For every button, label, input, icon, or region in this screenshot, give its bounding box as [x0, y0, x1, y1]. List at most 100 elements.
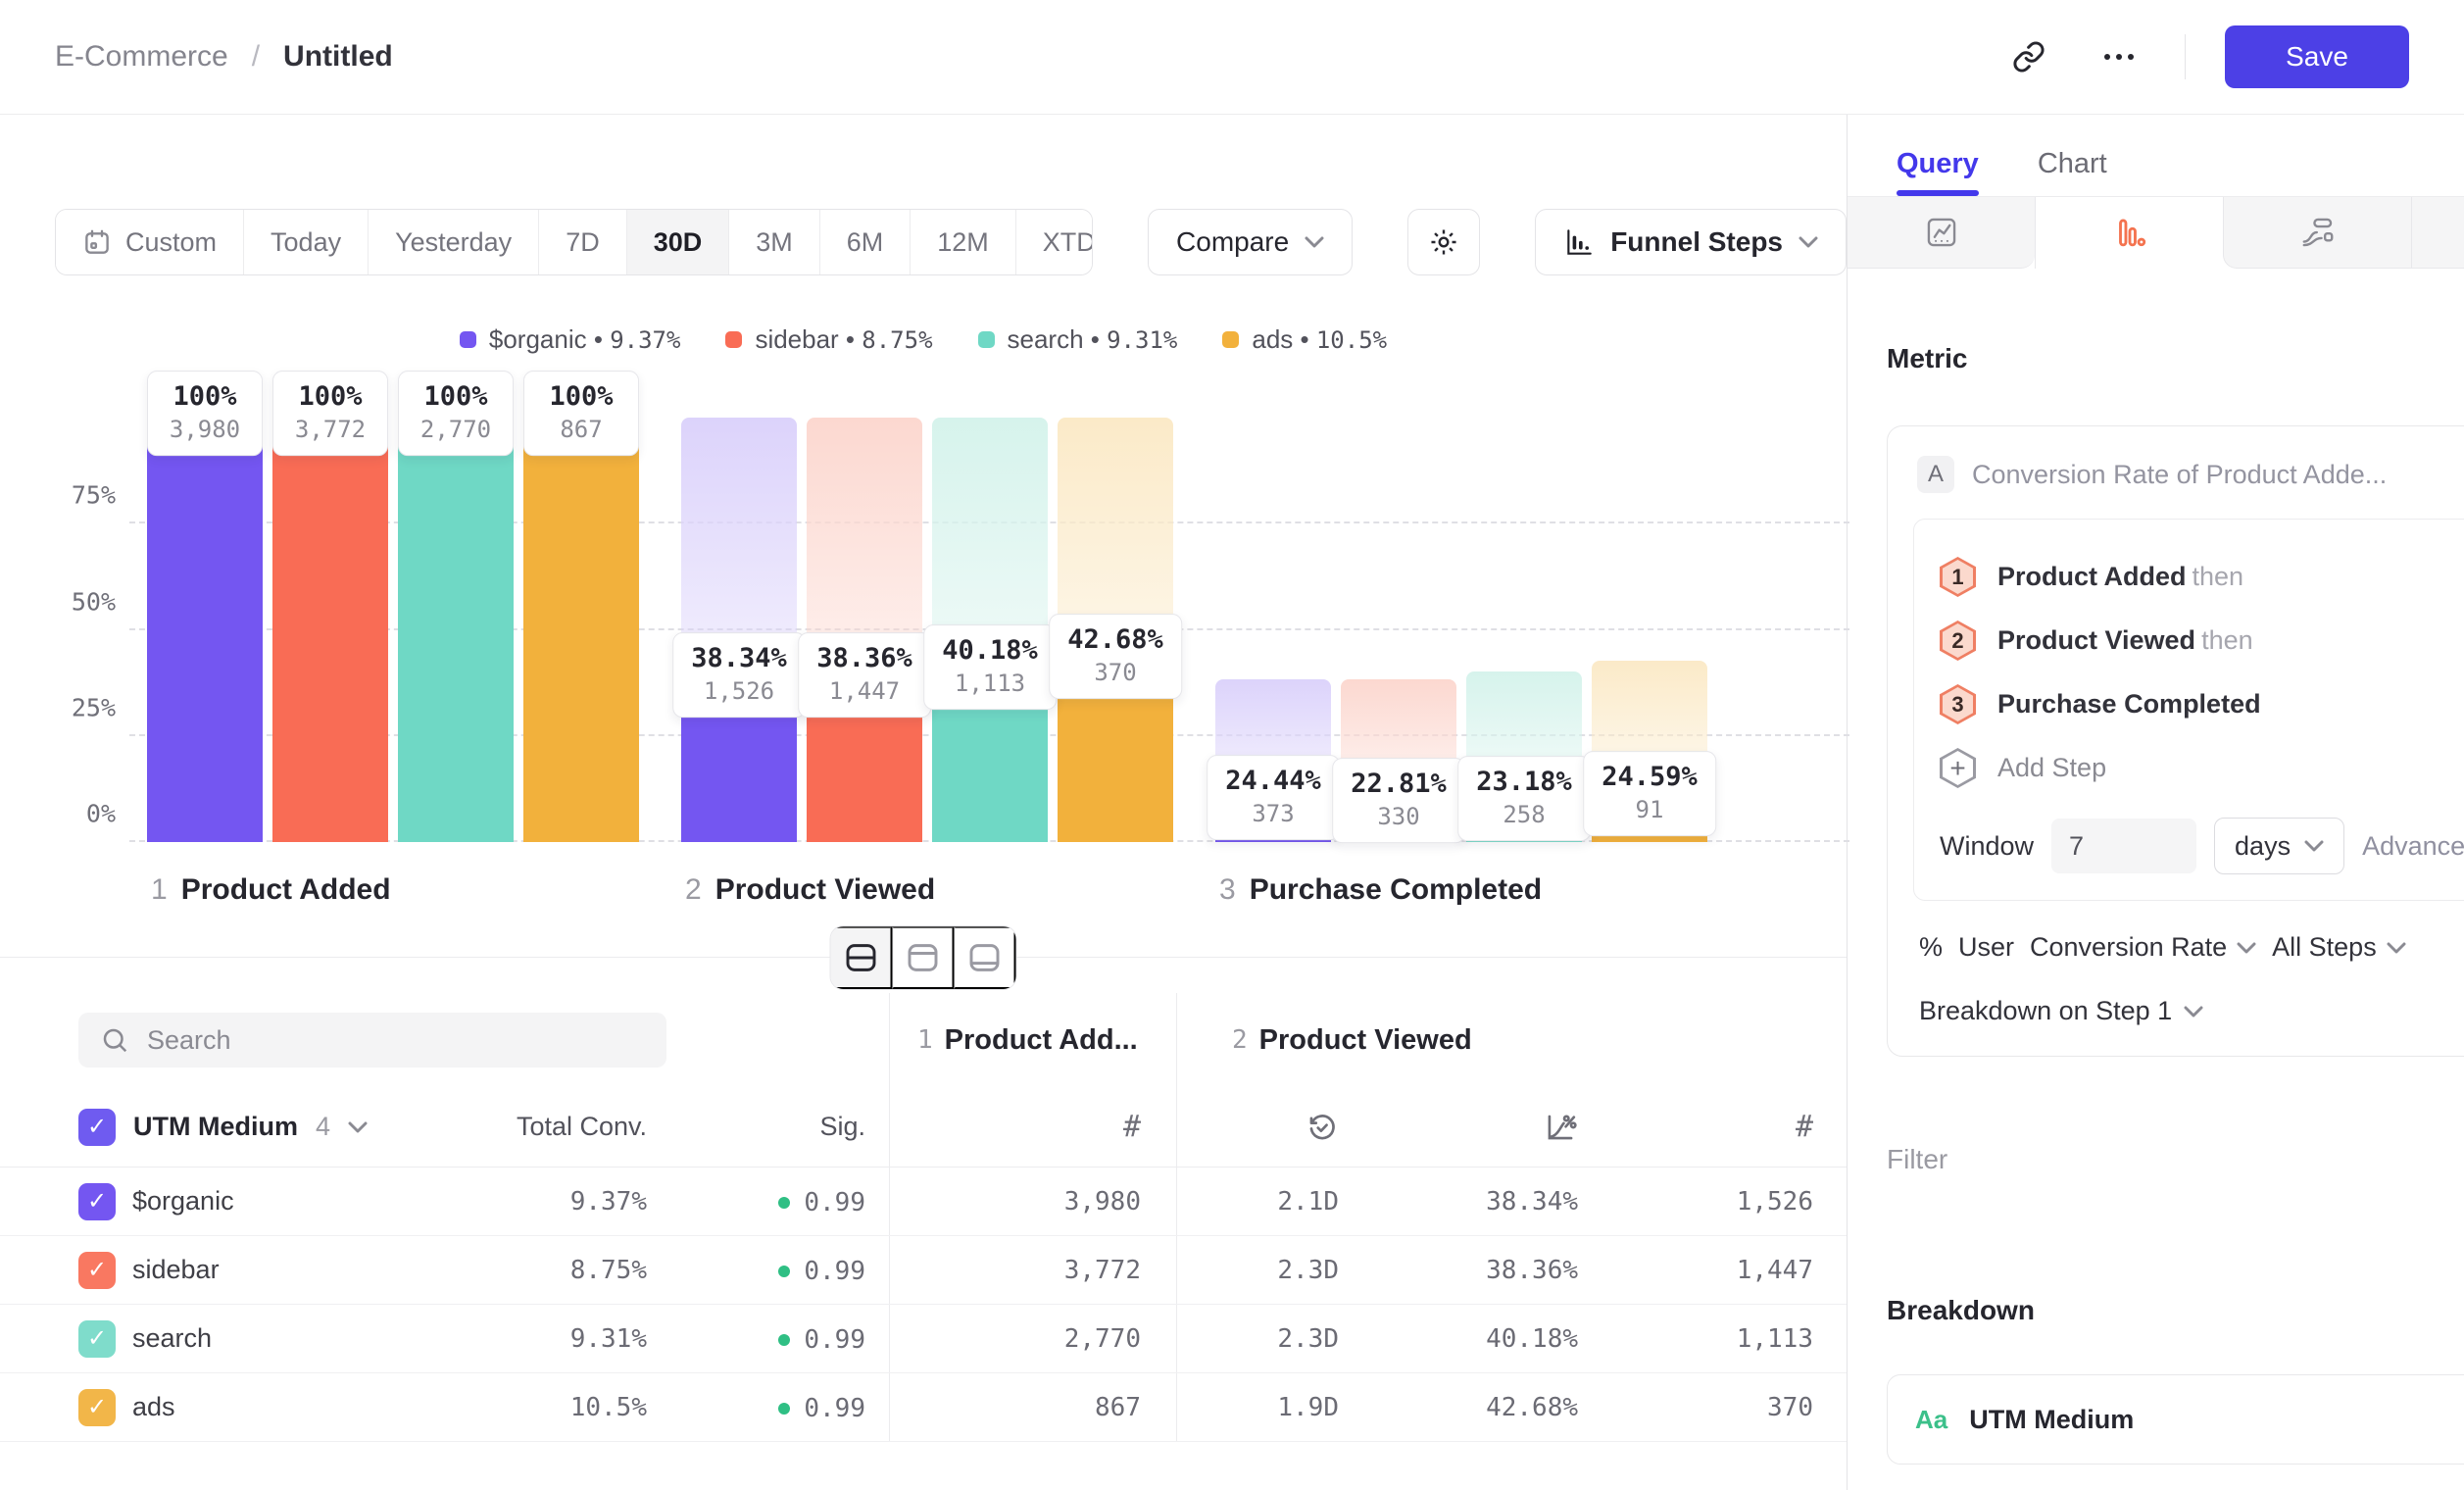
step2-conv-column-header[interactable]	[1362, 1087, 1607, 1167]
row-name[interactable]: sidebar	[132, 1255, 456, 1285]
funnel-solid-bar	[523, 418, 639, 842]
funnel-bar-ads[interactable]: 100%867	[523, 418, 639, 842]
tooltip-pct: 100%	[417, 381, 495, 412]
row-sig: 0.99	[647, 1185, 889, 1217]
funnel-bar-search[interactable]: 100%2,770	[398, 418, 514, 842]
chevron-down-icon	[1799, 236, 1818, 248]
tab-query[interactable]: Query	[1897, 148, 1979, 196]
breakdown-item-card[interactable]: Aa UTM Medium •••	[1887, 1374, 2464, 1465]
row-name[interactable]: $organic	[132, 1186, 456, 1217]
date-range-today[interactable]: Today	[243, 210, 368, 274]
sig-dot-icon	[778, 1197, 790, 1209]
measure-type-dropdown[interactable]: Conversion Rate	[2030, 932, 2256, 963]
bar-tooltip: 100%2,770	[398, 371, 514, 456]
chevron-down-icon	[2304, 840, 2324, 852]
date-range-custom[interactable]: Custom	[56, 210, 243, 274]
view-toggle-split[interactable]	[831, 926, 893, 989]
chart-type-line[interactable]	[1848, 197, 2035, 269]
funnel-chart-icon	[2111, 215, 2148, 252]
measure-scope-dropdown[interactable]: All Steps	[2272, 932, 2406, 963]
advanced-toggle[interactable]: Advanced	[2362, 831, 2464, 862]
chart-type-flows[interactable]	[2223, 197, 2411, 269]
legend-label: ads • 10.5%	[1252, 324, 1387, 355]
row-name[interactable]: search	[132, 1323, 456, 1354]
step-number: 1	[917, 1025, 933, 1055]
legend-item[interactable]: ads • 10.5%	[1222, 324, 1387, 355]
legend-item[interactable]: $organic • 9.37%	[460, 324, 681, 355]
row-checkbox[interactable]: ✓	[78, 1183, 116, 1220]
more-menu-button[interactable]	[2093, 42, 2145, 72]
select-all-checkbox[interactable]: ✓	[78, 1109, 116, 1146]
row-checkbox[interactable]: ✓	[78, 1252, 116, 1289]
window-value-input[interactable]	[2051, 819, 2196, 873]
date-range-3m[interactable]: 3M	[728, 210, 819, 274]
sig-column-header[interactable]: Sig.	[647, 1112, 889, 1142]
step2-time-column-header[interactable]	[1176, 1087, 1362, 1167]
funnel-bar-ads[interactable]: 42.68%370	[1058, 418, 1173, 842]
row-step2-conv: 38.36%	[1362, 1256, 1607, 1285]
table-header-row-2: ✓ UTM Medium 4 Total Conv. Sig. #	[0, 1087, 1847, 1167]
tooltip-pct: 40.18%	[942, 635, 1038, 666]
step1-count-column-header[interactable]: #	[889, 1087, 1176, 1167]
metric-step-row[interactable]: 1Product Addedthen	[1940, 557, 2464, 597]
search-input[interactable]	[147, 1025, 645, 1056]
funnel-bar-sidebar[interactable]: 38.36%1,447	[807, 418, 922, 842]
funnel-bar-organic[interactable]: 100%3,980	[147, 418, 263, 842]
date-range-segmented-control: CustomTodayYesterday7D30D3M6M12MXTD	[55, 209, 1093, 275]
funnel-bar-search[interactable]: 40.18%1,113	[932, 418, 1048, 842]
page-title[interactable]: Untitled	[283, 40, 393, 74]
group-column-label[interactable]: UTM Medium	[133, 1112, 298, 1142]
advanced-label: Advanced	[2362, 831, 2464, 862]
tab-chart[interactable]: Chart	[2038, 148, 2107, 196]
funnel-steps-card: 1Product Addedthen 2Product Viewedthen 3Pu…	[1913, 519, 2464, 901]
chart-type-selector[interactable]: Funnel Steps	[1535, 209, 1847, 275]
metric-title[interactable]: Conversion Rate of Product Adde...	[1972, 460, 2387, 490]
row-sig: 0.99	[647, 1322, 889, 1355]
legend-item[interactable]: sidebar • 8.75%	[725, 324, 932, 355]
funnel-bar-sidebar[interactable]: 22.81%330	[1341, 418, 1456, 842]
view-toggle-table[interactable]	[955, 926, 1016, 989]
measure-user-label[interactable]: User	[1958, 932, 2014, 963]
measure-scope-label: All Steps	[2272, 932, 2377, 963]
chart-settings-button[interactable]	[1407, 209, 1480, 275]
chart-type-scatter[interactable]	[2411, 197, 2464, 269]
total-conv-column-header[interactable]: Total Conv.	[456, 1112, 647, 1142]
conversion-percent-icon	[1543, 1110, 1578, 1145]
table-search[interactable]	[78, 1013, 666, 1068]
metric-step-row[interactable]: 2Product Viewedthen	[1940, 621, 2464, 661]
add-step-button[interactable]: + Add Step	[1940, 748, 2464, 788]
breadcrumb-project[interactable]: E-Commerce	[55, 40, 228, 74]
legend-item[interactable]: search • 9.31%	[978, 324, 1178, 355]
step2-count-column-header[interactable]: #	[1607, 1110, 1813, 1144]
funnel-bar-search[interactable]: 23.18%258	[1466, 418, 1582, 842]
date-range-30d[interactable]: 30D	[626, 210, 729, 274]
funnel-bar-sidebar[interactable]: 100%3,772	[272, 418, 388, 842]
view-toggle-chart[interactable]	[893, 926, 955, 989]
funnel-bar-organic[interactable]: 24.44%373	[1215, 418, 1331, 842]
date-range-6m[interactable]: 6M	[819, 210, 911, 274]
compare-button[interactable]: Compare	[1148, 209, 1353, 275]
bar-tooltip: 24.44%373	[1207, 756, 1340, 841]
chart-table-divider	[0, 957, 1847, 958]
metric-step-row[interactable]: 3Purchase Completed	[1940, 684, 2464, 724]
step-label: Product Viewed	[1259, 1024, 1472, 1057]
row-name[interactable]: ads	[132, 1392, 456, 1422]
breakdown-on-step-dropdown[interactable]: Breakdown on Step 1	[1913, 996, 2464, 1026]
hash-icon: #	[1796, 1110, 1813, 1144]
row-checkbox[interactable]: ✓	[78, 1389, 116, 1426]
share-link-button[interactable]	[2004, 32, 2053, 81]
date-range-yesterday[interactable]: Yesterday	[368, 210, 538, 274]
metric-step-label: Product Added	[1997, 562, 2187, 591]
date-range-7d[interactable]: 7D	[538, 210, 626, 274]
row-checkbox[interactable]: ✓	[78, 1320, 116, 1358]
date-range-xtd[interactable]: XTD	[1015, 210, 1093, 274]
chart-type-funnel[interactable]	[2035, 197, 2223, 269]
save-button[interactable]: Save	[2225, 25, 2409, 88]
step-name: Product Added	[181, 873, 391, 906]
window-unit-select[interactable]: days	[2214, 818, 2344, 874]
date-range-12m[interactable]: 12M	[910, 210, 1015, 274]
funnel-bar-organic[interactable]: 38.34%1,526	[681, 418, 797, 842]
chevron-down-icon	[348, 1121, 368, 1133]
breakdown-heading: Breakdown	[1887, 1295, 2035, 1326]
funnel-bar-ads[interactable]: 24.59%91	[1592, 418, 1707, 842]
